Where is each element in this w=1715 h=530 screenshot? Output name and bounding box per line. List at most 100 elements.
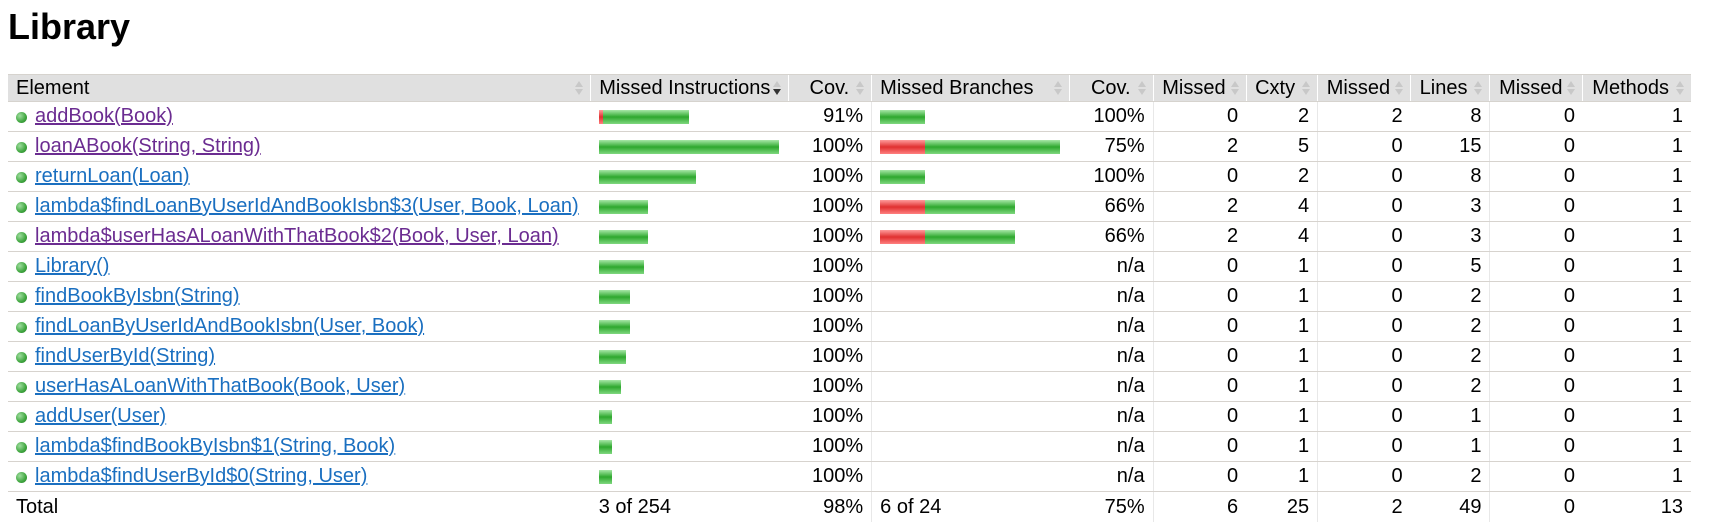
branches-bar — [871, 101, 1070, 132]
branches-bar — [871, 401, 1070, 432]
total-instructions: 3 of 254 — [598, 495, 672, 518]
methods: 1 — [1582, 161, 1691, 192]
missed-cxty: 0 — [1152, 371, 1247, 402]
methods: 1 — [1582, 191, 1691, 222]
branch-cov: n/a — [1069, 311, 1154, 342]
sort-icon — [1302, 81, 1311, 97]
cxty: 1 — [1246, 311, 1318, 342]
method-link[interactable]: lambda$findBookByIsbn$1(String, Book) — [35, 435, 395, 457]
method-link[interactable]: findUserById(String) — [35, 345, 215, 367]
missed-branches-bar — [880, 199, 926, 214]
methods: 1 — [1582, 371, 1691, 402]
method-icon — [16, 232, 27, 243]
sort-missed-methods[interactable]: Missed — [1489, 74, 1583, 102]
sort-element[interactable]: Element — [8, 74, 591, 102]
missed-methods: 0 — [1489, 161, 1583, 192]
covered-instructions-bar — [598, 259, 644, 274]
instr-cov: 100% — [788, 461, 872, 492]
header-lines-label: Lines — [1419, 76, 1468, 99]
total-row: Total 3 of 254 98% 6 of 24 75% 6 25 2 49… — [8, 491, 1691, 522]
header-missed-label: Missed — [1499, 76, 1563, 99]
covered-instructions-bar — [598, 349, 626, 364]
branch-cov: n/a — [1069, 461, 1154, 492]
lines: 2 — [1410, 371, 1490, 402]
missed-methods: 0 — [1489, 191, 1583, 222]
method-link[interactable]: addUser(User) — [35, 405, 166, 427]
instructions-bar — [590, 191, 789, 222]
sort-missed-lines[interactable]: Missed — [1317, 74, 1411, 102]
sort-branch-cov[interactable]: Cov. — [1069, 74, 1154, 102]
instr-cov: 100% — [788, 161, 872, 192]
missed-lines: 0 — [1317, 371, 1411, 402]
method-link[interactable]: userHasALoanWithThatBook(Book, User) — [35, 375, 405, 397]
table-row: lambda$userHasALoanWithThatBook$2(Book, … — [8, 221, 1691, 252]
missed-methods: 0 — [1489, 401, 1583, 432]
missed-lines: 0 — [1317, 401, 1411, 432]
method-link[interactable]: lambda$findLoanByUserIdAndBookIsbn$3(Use… — [35, 195, 579, 217]
sort-icon — [1567, 81, 1576, 97]
sort-missed-cxty[interactable]: Missed — [1152, 74, 1247, 102]
covered-instructions-bar — [598, 199, 648, 214]
missed-cxty: 0 — [1152, 161, 1247, 192]
table-row: returnLoan(Loan) 100% 100% 0 2 0 8 0 1 — [8, 161, 1691, 192]
missed-cxty: 0 — [1152, 281, 1247, 312]
sort-missed-branches[interactable]: Missed Branches — [871, 74, 1070, 102]
sort-instr-cov[interactable]: Cov. — [787, 74, 872, 102]
sort-missed-instructions[interactable]: Missed Instructions — [590, 74, 789, 102]
method-link[interactable]: lambda$findUserById$0(String, User) — [35, 465, 367, 487]
missed-cxty: 0 — [1152, 431, 1247, 462]
sort-lines[interactable]: Lines — [1410, 74, 1490, 102]
method-link[interactable]: loanABook(String, String) — [35, 135, 261, 157]
instructions-bar — [590, 101, 789, 132]
missed-cxty: 0 — [1152, 461, 1247, 492]
method-icon — [16, 262, 27, 273]
method-link[interactable]: findBookByIsbn(String) — [35, 285, 240, 307]
missed-lines: 2 — [1317, 101, 1411, 132]
branch-cov: n/a — [1069, 251, 1154, 282]
lines: 5 — [1410, 251, 1490, 282]
instructions-bar — [590, 161, 789, 192]
missed-cxty: 0 — [1152, 311, 1247, 342]
element-cell: addBook(Book) — [8, 101, 591, 132]
method-link[interactable]: lambda$userHasALoanWithThatBook$2(Book, … — [35, 225, 559, 247]
total-branch-cov: 75% — [1104, 495, 1145, 518]
method-icon — [16, 322, 27, 333]
missed-lines: 0 — [1317, 191, 1411, 222]
header-cov-label: Cov. — [1090, 76, 1131, 99]
lines: 8 — [1410, 161, 1490, 192]
missed-methods: 0 — [1489, 131, 1583, 162]
method-link[interactable]: findLoanByUserIdAndBookIsbn(User, Book) — [35, 315, 424, 337]
method-link[interactable]: returnLoan(Loan) — [35, 165, 190, 187]
sort-methods[interactable]: Methods — [1582, 74, 1691, 102]
covered-instructions-bar — [598, 409, 612, 424]
method-link[interactable]: Library() — [35, 255, 109, 277]
missed-lines: 0 — [1317, 431, 1411, 462]
instr-cov: 91% — [788, 101, 872, 132]
element-cell: findLoanByUserIdAndBookIsbn(User, Book) — [8, 311, 591, 342]
branch-cov: 75% — [1069, 131, 1154, 162]
methods: 1 — [1582, 431, 1691, 462]
covered-branches-bar — [925, 199, 1016, 214]
covered-branches-bar — [925, 139, 1061, 154]
header-cov-label: Cov. — [809, 76, 850, 99]
element-cell: findBookByIsbn(String) — [8, 281, 591, 312]
lines: 8 — [1410, 101, 1490, 132]
element-cell: findUserById(String) — [8, 341, 591, 372]
instr-cov: 100% — [788, 371, 872, 402]
total-missed-lines: 2 — [1317, 491, 1411, 522]
branches-bar — [871, 341, 1070, 372]
lines: 15 — [1410, 131, 1490, 162]
method-link[interactable]: addBook(Book) — [35, 105, 173, 127]
instructions-bar — [590, 431, 789, 462]
methods: 1 — [1582, 101, 1691, 132]
table-body: addBook(Book) 91% 100% 0 2 2 8 0 1 loanABook(Stri… — [8, 101, 1691, 492]
missed-cxty: 0 — [1152, 401, 1247, 432]
element-cell: lambda$findBookByIsbn$1(String, Book) — [8, 431, 591, 462]
element-cell: addUser(User) — [8, 401, 591, 432]
sort-cxty[interactable]: Cxty — [1245, 74, 1318, 102]
branch-cov: 66% — [1069, 221, 1154, 252]
sort-desc-icon — [772, 81, 782, 97]
instructions-bar — [590, 281, 789, 312]
methods: 1 — [1582, 311, 1691, 342]
missed-cxty: 0 — [1152, 251, 1247, 282]
